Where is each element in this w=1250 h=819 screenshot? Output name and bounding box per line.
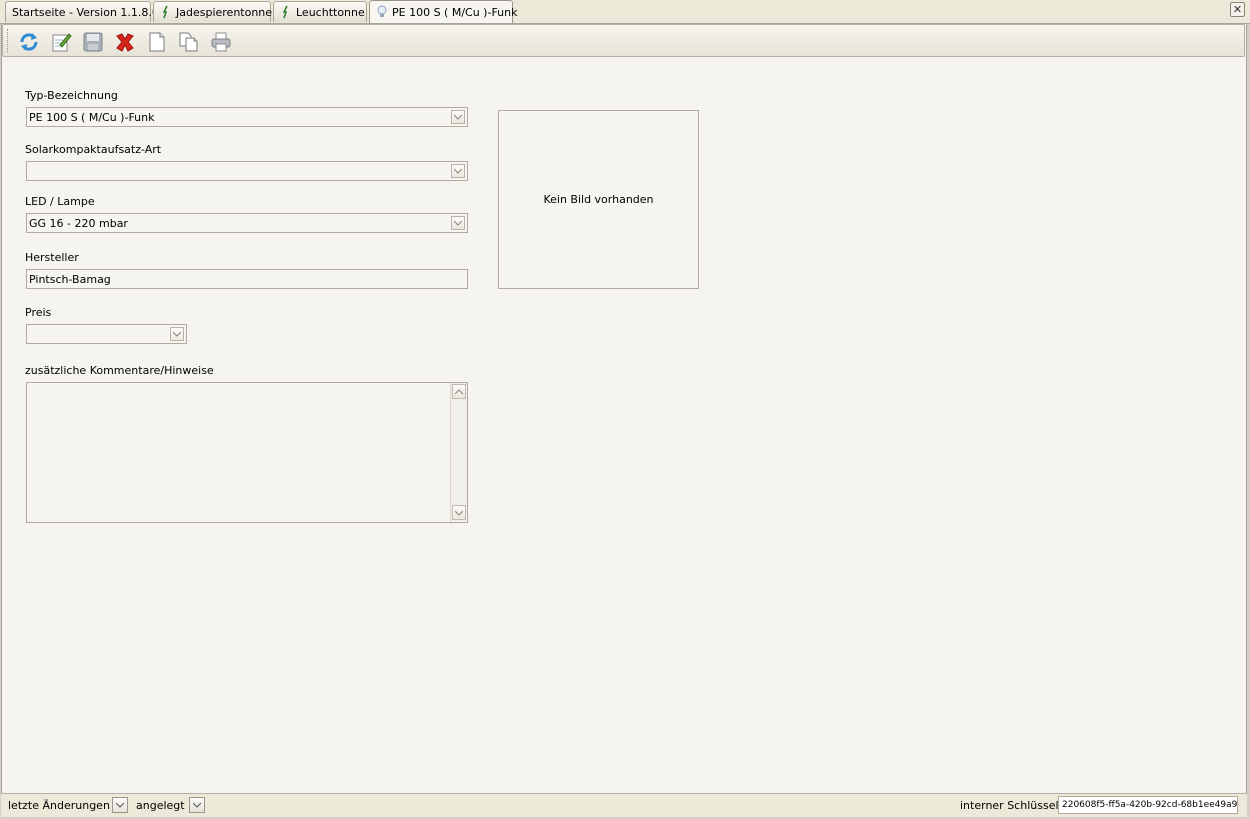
tab-startseite[interactable]: Startseite - Version 1.1.8.0 <box>5 1 159 22</box>
solar-select[interactable] <box>26 161 468 181</box>
typ-select[interactable]: PE 100 S ( M/Cu )-Funk <box>26 107 468 127</box>
edit-icon <box>52 33 72 52</box>
tab-strip: Startseite - Version 1.1.8.0 Jadespieren… <box>0 0 1250 24</box>
close-icon: ✕ <box>1232 3 1243 16</box>
scroll-up-button[interactable] <box>452 384 466 399</box>
image-placeholder-text: Kein Bild vorhanden <box>543 193 654 206</box>
hersteller-label: Hersteller <box>25 251 79 264</box>
print-button[interactable] <box>209 30 233 54</box>
new-document-icon <box>149 32 165 52</box>
hersteller-field[interactable]: Pintsch-Bamag <box>26 269 468 289</box>
chevron-down-icon <box>193 802 201 808</box>
chevron-down-icon <box>455 510 463 516</box>
chevron-down-icon[interactable] <box>451 110 465 124</box>
hersteller-value: Pintsch-Bamag <box>29 273 111 286</box>
kommentar-scrollbar[interactable] <box>450 383 467 522</box>
save-icon <box>83 32 103 52</box>
led-value: GG 16 - 220 mbar <box>29 217 128 230</box>
preis-label: Preis <box>25 306 52 319</box>
interner-schluessel-label: interner Schlüssel <box>960 799 1059 812</box>
kommentar-label: zusätzliche Kommentare/Hinweise <box>25 364 214 377</box>
buoy-icon <box>280 5 292 19</box>
tab-label: Startseite - Version 1.1.8.0 <box>12 5 159 19</box>
refresh-icon <box>20 33 38 51</box>
delete-icon <box>116 33 134 52</box>
letzte-aenderungen-label: letzte Änderungen <box>8 799 110 812</box>
tab-label: Jadespierentonne <box>176 5 273 19</box>
copy-document-icon <box>179 32 198 52</box>
tab-label: Leuchttonne <box>296 5 365 19</box>
angelegt-label: angelegt <box>136 799 185 812</box>
toolbar <box>2 24 1245 57</box>
chevron-down-icon <box>116 802 124 808</box>
tab-pe100s[interactable]: PE 100 S ( M/Cu )-Funk <box>369 0 518 23</box>
chevron-up-icon <box>455 388 463 394</box>
toolbar-grip[interactable] <box>7 29 11 53</box>
save-button[interactable] <box>81 30 105 54</box>
tab-jadespierentonne[interactable]: Jadespierentonne <box>153 1 273 22</box>
image-placeholder[interactable]: Kein Bild vorhanden <box>498 110 699 289</box>
typ-label: Typ-Bezeichnung <box>25 89 118 102</box>
scroll-down-button[interactable] <box>452 505 466 520</box>
refresh-button[interactable] <box>17 30 41 54</box>
led-select[interactable]: GG 16 - 220 mbar <box>26 213 468 233</box>
angelegt-dropdown[interactable] <box>189 797 205 813</box>
chevron-down-icon[interactable] <box>170 327 184 341</box>
edit-button[interactable] <box>49 30 73 54</box>
close-tab-button[interactable]: ✕ <box>1230 2 1245 17</box>
kommentar-textarea[interactable] <box>26 382 468 523</box>
tab-label: PE 100 S ( M/Cu )-Funk <box>392 5 518 19</box>
print-icon <box>211 32 231 52</box>
letzte-aenderungen-dropdown[interactable] <box>112 797 128 813</box>
led-label: LED / Lampe <box>25 195 95 208</box>
chevron-down-icon[interactable] <box>451 164 465 178</box>
status-bar: letzte Änderungen angelegt interner Schl… <box>1 793 1247 817</box>
delete-button[interactable] <box>113 30 137 54</box>
buoy-icon <box>160 5 172 19</box>
preis-select[interactable] <box>26 324 187 344</box>
typ-value: PE 100 S ( M/Cu )-Funk <box>29 111 155 124</box>
new-document-button[interactable] <box>145 30 169 54</box>
chevron-down-icon[interactable] <box>451 216 465 230</box>
solar-label: Solarkompaktaufsatz-Art <box>25 143 162 156</box>
tab-leuchttonne[interactable]: Leuchttonne <box>273 1 367 22</box>
interner-schluessel-value: 220608f5-ff5a-420b-92cd-68b1ee49a9e8 <box>1062 800 1238 810</box>
interner-schluessel-field[interactable]: 220608f5-ff5a-420b-92cd-68b1ee49a9e8 <box>1058 796 1238 814</box>
lamp-icon <box>376 5 388 19</box>
copy-document-button[interactable] <box>177 30 201 54</box>
